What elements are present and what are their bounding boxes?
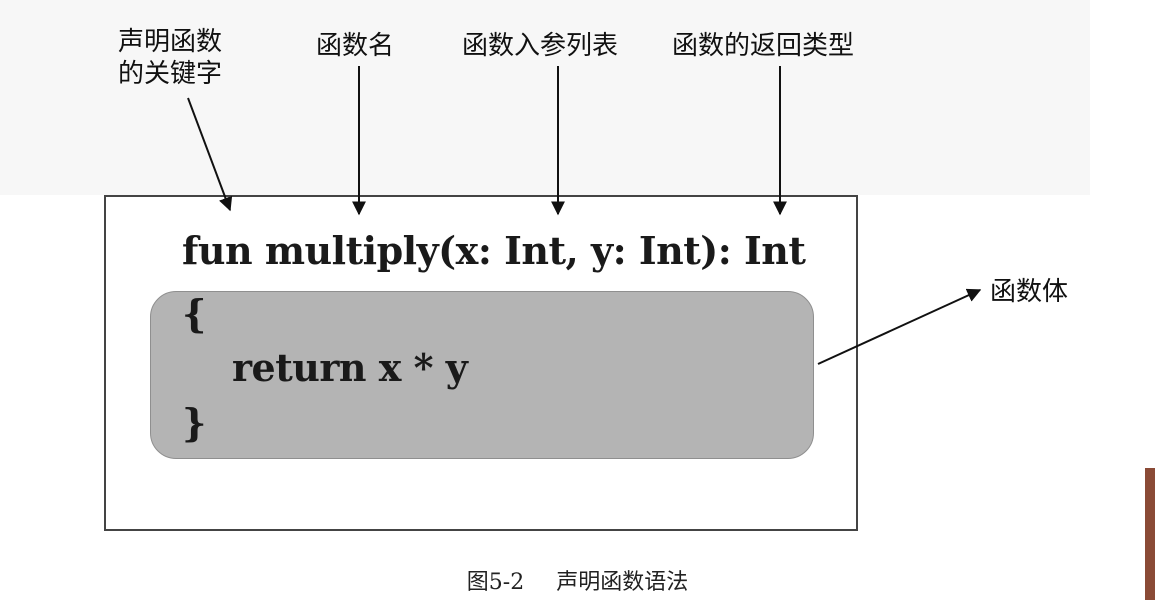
- caption-number: 图5-2: [466, 570, 525, 595]
- annotation-arrows: [187, 66, 982, 365]
- edge-strip: [1145, 468, 1155, 600]
- figure-caption: 图5-2 声明函数语法: [0, 564, 1155, 596]
- arrow-to-keyword: [187, 97, 233, 212]
- arrow-to-body: [817, 288, 982, 365]
- caption-title: 声明函数语法: [556, 570, 689, 595]
